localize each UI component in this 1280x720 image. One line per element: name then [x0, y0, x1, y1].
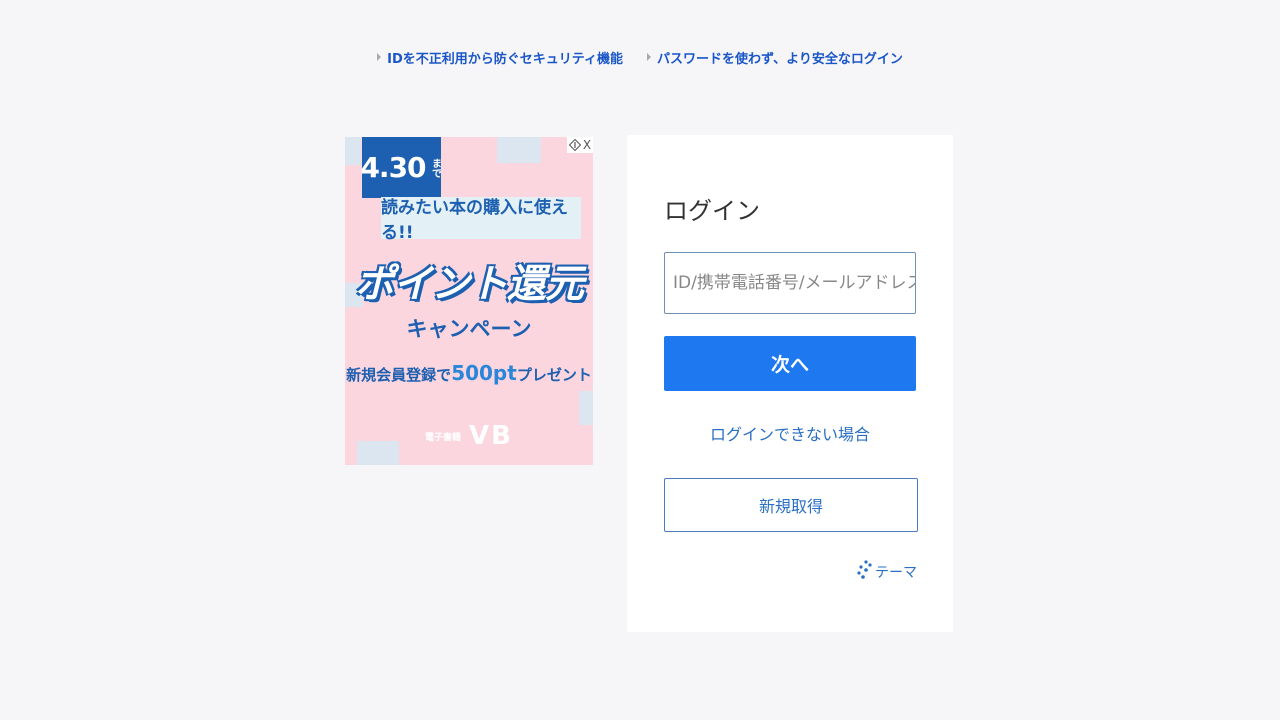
triangle-right-icon: [647, 53, 651, 61]
ad-choices-icon[interactable]: [568, 139, 581, 151]
theme-toggle[interactable]: テーマ: [857, 559, 917, 585]
ad-present-points: 500pt: [451, 361, 517, 385]
next-button[interactable]: 次へ: [664, 336, 916, 391]
ad-date-badge: 4.30 まで: [360, 137, 441, 198]
ad-subtitle: 読みたい本の購入に使える!!: [381, 197, 581, 243]
ad-banner[interactable]: 4.30 まで 読みたい本の購入に使える!! ポイント還元 キャンペーン 新規会…: [345, 137, 593, 465]
ad-decor-block: [345, 137, 361, 165]
security-feature-link-label: IDを不正利用から防ぐセキュリティ機能: [387, 51, 623, 67]
id-input[interactable]: [664, 252, 916, 314]
ad-date-suffix: まで: [429, 157, 441, 178]
theme-dots-icon: [857, 559, 873, 585]
triangle-right-icon: [377, 53, 382, 61]
ad-decor-block: [579, 391, 593, 425]
top-links: IDを不正利用から防ぐセキュリティ機能 パスワードを使わず、より安全なログイン: [0, 46, 1280, 68]
ad-close-button[interactable]: X: [567, 137, 593, 153]
ad-title: ポイント還元: [354, 262, 584, 307]
ad-brand-small: 電子書籍: [425, 432, 462, 443]
ad-present: 新規会員登録で500ptプレゼント: [345, 361, 593, 385]
close-icon[interactable]: X: [583, 138, 591, 152]
ad-date: 4.30: [360, 151, 426, 184]
security-feature-link[interactable]: IDを不正利用から防ぐセキュリティ機能: [377, 46, 623, 68]
ad-present-prefix: 新規会員登録で: [346, 366, 452, 384]
theme-label: テーマ: [875, 565, 917, 581]
ad-campaign: キャンペーン: [406, 317, 532, 341]
login-page: IDを不正利用から防ぐセキュリティ機能 パスワードを使わず、より安全なログイン …: [0, 0, 1280, 720]
ad-decor-block: [497, 137, 541, 163]
login-card: ログイン 次へ ログインできない場合 新規取得 テーマ: [627, 135, 953, 632]
cannot-login-link[interactable]: ログインできない場合: [664, 421, 916, 445]
ad-brand-mark: VB: [469, 421, 513, 451]
ad-present-suffix: プレゼント: [516, 366, 592, 384]
passwordless-login-link[interactable]: パスワードを使わず、より安全なログイン: [647, 46, 903, 68]
passwordless-login-link-label: パスワードを使わず、より安全なログイン: [657, 51, 903, 67]
login-title: ログイン: [664, 197, 760, 225]
register-button[interactable]: 新規取得: [664, 478, 918, 532]
ad-brand-logo: 電子書籍 VB: [345, 421, 593, 451]
